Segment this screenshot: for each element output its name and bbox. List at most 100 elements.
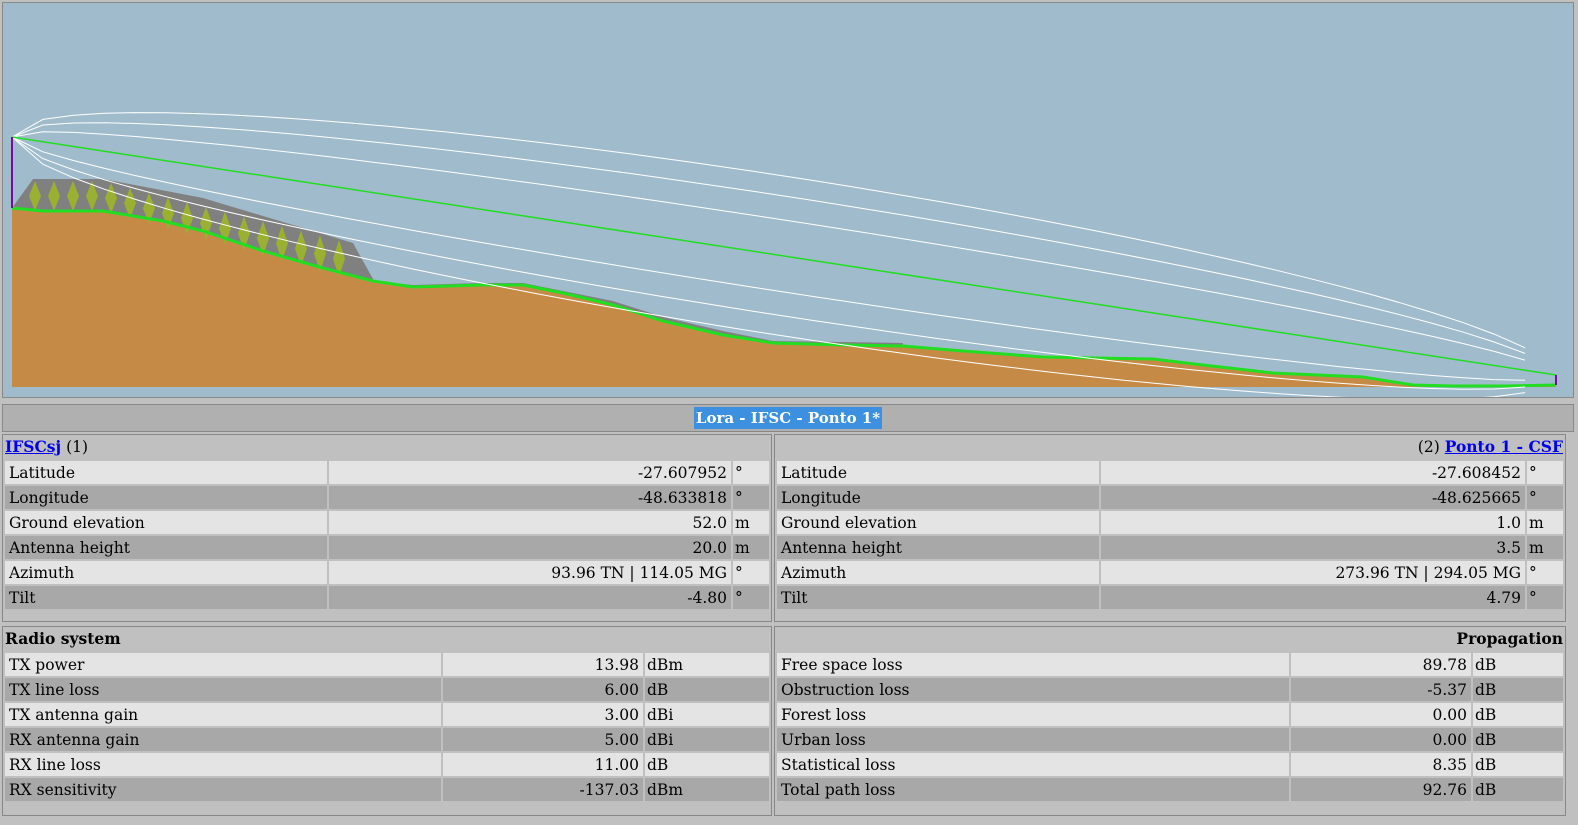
site-2-unit: ° <box>1527 461 1563 484</box>
site-1-value: 52.0 <box>329 511 731 534</box>
propagation-unit: dB <box>1473 678 1563 701</box>
site-2-row: Latitude -27.608452 ° <box>777 461 1563 484</box>
site-2-header: (2) Ponto 1 - CSF <box>775 435 1565 459</box>
radio-value: 3.00 <box>443 703 643 726</box>
site-1-unit: ° <box>733 561 769 584</box>
propagation-value: 0.00 <box>1291 728 1471 751</box>
radio-system-panel: Radio system TX power 13.98 dBm TX line los… <box>2 626 772 816</box>
site-2-row: Ground elevation 1.0 m <box>777 511 1563 534</box>
radio-row: TX line loss 6.00 dB <box>5 678 769 701</box>
radio-value: -137.03 <box>443 778 643 801</box>
radio-row: TX antenna gain 3.00 dBi <box>5 703 769 726</box>
site-1-unit: ° <box>733 461 769 484</box>
site-1-row: Longitude -48.633818 ° <box>5 486 769 509</box>
propagation-row: Free space loss 89.78 dB <box>777 653 1563 676</box>
propagation-label: Obstruction loss <box>777 678 1289 701</box>
profile-view <box>0 0 1578 402</box>
radio-value: 11.00 <box>443 753 643 776</box>
propagation-heading: Propagation <box>1456 629 1563 648</box>
propagation-value: 8.35 <box>1291 753 1471 776</box>
site-2-unit: ° <box>1527 561 1563 584</box>
site-1-panel: IFSCsj (1) Latitude -27.607952 ° Longitude -… <box>2 434 772 622</box>
radio-row: RX sensitivity -137.03 dBm <box>5 778 769 801</box>
site-2-row: Azimuth 273.96 TN | 294.05 MG ° <box>777 561 1563 584</box>
site-1-label: Tilt <box>5 586 327 609</box>
propagation-label: Urban loss <box>777 728 1289 751</box>
site-2-unit: ° <box>1527 586 1563 609</box>
radio-unit: dBi <box>645 728 769 751</box>
site-2-label: Tilt <box>777 586 1099 609</box>
propagation-table: Free space loss 89.78 dB Obstruction loss -5… <box>775 651 1565 803</box>
propagation-row: Urban loss 0.00 dB <box>777 728 1563 751</box>
site-2-value: 3.5 <box>1101 536 1525 559</box>
site-2-value: 1.0 <box>1101 511 1525 534</box>
propagation-unit: dB <box>1473 653 1563 676</box>
site-1-link[interactable]: IFSCsj <box>5 437 61 456</box>
radio-value: 6.00 <box>443 678 643 701</box>
radio-value: 5.00 <box>443 728 643 751</box>
site-2-link[interactable]: Ponto 1 - CSF <box>1445 437 1563 456</box>
site-2-index: (2) <box>1417 438 1440 456</box>
site-2-table: Latitude -27.608452 ° Longitude -48.625665 ° G… <box>775 459 1565 611</box>
site-1-row: Antenna height 20.0 m <box>5 536 769 559</box>
site-1-label: Longitude <box>5 486 327 509</box>
site-1-unit: m <box>733 511 769 534</box>
propagation-unit: dB <box>1473 728 1563 751</box>
radio-unit: dBm <box>645 653 769 676</box>
link-title[interactable]: Lora - IFSC - Ponto 1* <box>693 407 883 429</box>
site-1-value: -48.633818 <box>329 486 731 509</box>
radio-row: RX line loss 11.00 dB <box>5 753 769 776</box>
site-2-unit: m <box>1527 536 1563 559</box>
site-2-value: -48.625665 <box>1101 486 1525 509</box>
radio-unit: dBi <box>645 703 769 726</box>
site-1-unit: ° <box>733 486 769 509</box>
site-1-index: (1) <box>66 438 89 456</box>
propagation-row: Statistical loss 8.35 dB <box>777 753 1563 776</box>
site-1-value: 93.96 TN | 114.05 MG <box>329 561 731 584</box>
propagation-value: -5.37 <box>1291 678 1471 701</box>
radio-row: TX power 13.98 dBm <box>5 653 769 676</box>
radio-row: RX antenna gain 5.00 dBi <box>5 728 769 751</box>
site-2-unit: ° <box>1527 486 1563 509</box>
propagation-row: Obstruction loss -5.37 dB <box>777 678 1563 701</box>
site-1-label: Antenna height <box>5 536 327 559</box>
propagation-label: Free space loss <box>777 653 1289 676</box>
site-1-label: Azimuth <box>5 561 327 584</box>
terrain-profile-svg <box>3 3 1573 400</box>
radio-label: RX sensitivity <box>5 778 441 801</box>
site-1-value: -4.80 <box>329 586 731 609</box>
propagation-value: 92.76 <box>1291 778 1471 801</box>
site-2-panel: (2) Ponto 1 - CSF Latitude -27.608452 ° Lon… <box>774 434 1566 622</box>
propagation-panel: Propagation Free space loss 89.78 dB Obstru… <box>774 626 1566 816</box>
site-1-label: Latitude <box>5 461 327 484</box>
site-2-label: Longitude <box>777 486 1099 509</box>
propagation-unit: dB <box>1473 753 1563 776</box>
radio-label: TX power <box>5 653 441 676</box>
radio-label: RX antenna gain <box>5 728 441 751</box>
site-2-value: 273.96 TN | 294.05 MG <box>1101 561 1525 584</box>
site-1-value: -27.607952 <box>329 461 731 484</box>
radio-unit: dB <box>645 678 769 701</box>
propagation-unit: dB <box>1473 778 1563 801</box>
site-2-label: Ground elevation <box>777 511 1099 534</box>
site-1-unit: m <box>733 536 769 559</box>
site-2-row: Longitude -48.625665 ° <box>777 486 1563 509</box>
terrain-profile-chart[interactable] <box>2 2 1574 400</box>
site-2-label: Latitude <box>777 461 1099 484</box>
site-1-row: Azimuth 93.96 TN | 114.05 MG ° <box>5 561 769 584</box>
site-2-value: -27.608452 <box>1101 461 1525 484</box>
site-2-label: Antenna height <box>777 536 1099 559</box>
radio-label: TX antenna gain <box>5 703 441 726</box>
radio-system-table: TX power 13.98 dBm TX line loss 6.00 dB TX ant… <box>3 651 771 803</box>
radio-label: TX line loss <box>5 678 441 701</box>
site-2-row: Antenna height 3.5 m <box>777 536 1563 559</box>
site-1-header: IFSCsj (1) <box>3 435 771 459</box>
radio-unit: dBm <box>645 778 769 801</box>
radio-system-heading: Radio system <box>5 629 121 648</box>
site-2-value: 4.79 <box>1101 586 1525 609</box>
propagation-value: 0.00 <box>1291 703 1471 726</box>
propagation-label: Total path loss <box>777 778 1289 801</box>
site-2-unit: m <box>1527 511 1563 534</box>
site-1-row: Ground elevation 52.0 m <box>5 511 769 534</box>
propagation-label: Forest loss <box>777 703 1289 726</box>
